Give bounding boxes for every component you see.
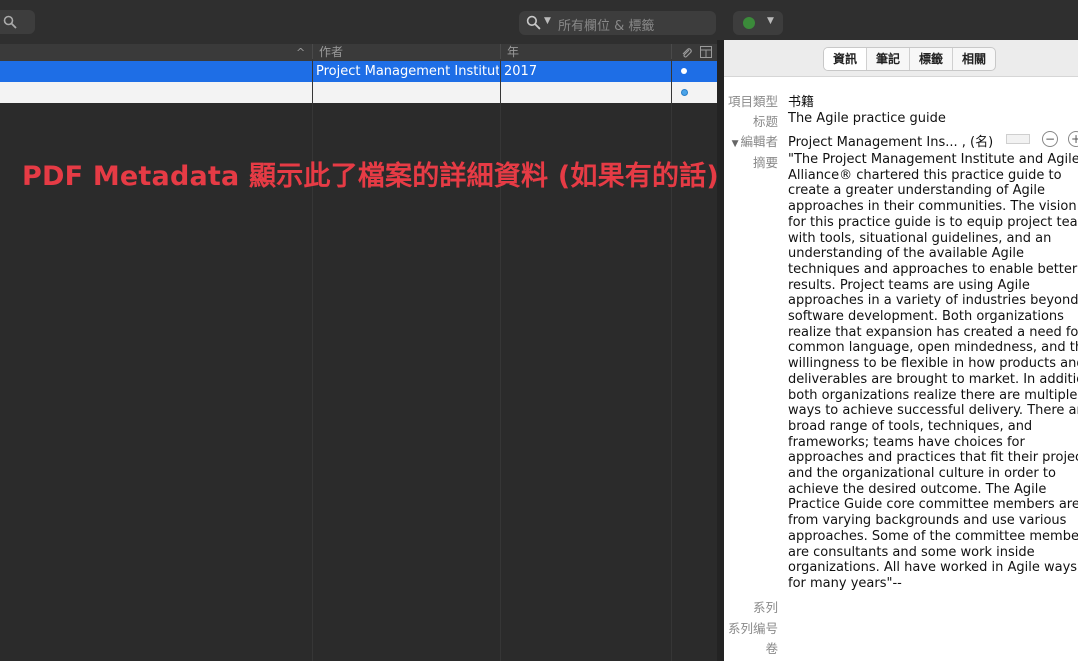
add-creator-icon[interactable]: + xyxy=(1068,131,1078,147)
editor-value[interactable]: Project Management Ins... , (名) xyxy=(788,131,993,150)
abstract-line: common language, open mindedness, and th… xyxy=(788,340,1078,356)
editor-label-text: 編輯者 xyxy=(740,134,778,149)
tab-related[interactable]: 相關 xyxy=(953,48,995,70)
creator-mode-toggle[interactable] xyxy=(1006,134,1030,144)
table-row[interactable] xyxy=(0,82,717,103)
magnifier-icon xyxy=(3,15,17,29)
abstract-line: for this practice guide is to equip proj… xyxy=(788,214,1078,230)
disclosure-triangle-icon[interactable]: ▼ xyxy=(732,139,739,149)
abstract-line: for many years"-- xyxy=(788,575,902,591)
abstract-line: from varying backgrounds and use various xyxy=(788,513,1067,529)
abstract-line: broad range of tools, techniques, and xyxy=(788,418,1033,434)
search-placeholder: 所有欄位 & 標籤 xyxy=(558,19,655,34)
annotation-caption: PDF Metadata 顯示此了檔案的詳細資料 (如果有的話) xyxy=(22,161,719,192)
table-row[interactable]: Project Management Institute 2017 xyxy=(0,61,717,82)
gear-icon xyxy=(743,17,755,29)
abstract-line: create a greater understanding of Agile xyxy=(788,183,1046,199)
abstract-label: 摘要 xyxy=(752,155,778,170)
abstract-line: approaches in a variety of industries be… xyxy=(788,293,1078,309)
toolbar: ▼ 所有欄位 & 標籤 ▼ xyxy=(0,0,1078,44)
sort-ascending-icon[interactable]: ^ xyxy=(296,44,305,61)
search-scope-chevron-icon[interactable]: ▼ xyxy=(544,16,551,26)
abstract-line: organizations. All have worked in Agile … xyxy=(788,560,1078,576)
tab-info[interactable]: 資訊 xyxy=(824,48,868,70)
cell-year: 2017 xyxy=(504,64,538,79)
abstract-line: techniques and approaches to enable bett… xyxy=(788,261,1078,277)
abstract-line: results. Project teams are using Agile xyxy=(788,277,1030,293)
items-list: ^ 作者 年 Project Management Institute 2017 xyxy=(0,44,717,661)
list-header: ^ 作者 年 xyxy=(0,44,717,62)
column-guide xyxy=(671,59,672,661)
abstract-line: software development. Both organizations xyxy=(788,309,1064,325)
series-label: 系列 xyxy=(752,600,778,615)
abstract-line: achieve the desired outcome. The Agile xyxy=(788,481,1047,497)
cell-year xyxy=(504,82,664,103)
column-header-author[interactable]: 作者 xyxy=(319,44,343,61)
column-guide xyxy=(312,59,313,661)
remove-creator-icon[interactable]: − xyxy=(1042,131,1058,147)
abstract-line: both organizations realize there are mul… xyxy=(788,387,1078,403)
segmented-tabs: 資訊 筆記 標籤 相關 xyxy=(823,47,997,71)
search-icon xyxy=(526,15,541,30)
cell-author xyxy=(316,82,499,103)
editor-label[interactable]: ▼ 編輯者 xyxy=(732,131,778,150)
abstract-line: with tools, situational guidelines, and … xyxy=(788,230,1052,246)
pane-splitter[interactable] xyxy=(717,40,724,661)
column-guide xyxy=(500,59,501,661)
search-field[interactable]: ▼ 所有欄位 & 標籤 xyxy=(519,11,716,35)
abstract-value[interactable]: "The Project Management Institute and Ag… xyxy=(788,152,1078,592)
actions-menu-button[interactable]: ▼ xyxy=(733,11,783,35)
abstract-line: approaches. Some of the committee member… xyxy=(788,528,1078,544)
item-type-value[interactable]: 书籍 xyxy=(788,91,814,110)
abstract-line: and the organizational culture in order … xyxy=(788,466,1056,482)
attachment-column-icon[interactable] xyxy=(680,46,692,59)
abstract-line: frameworks; teams have choices for xyxy=(788,434,1025,450)
abstract-line: deliverables are brought to market. In a… xyxy=(788,371,1078,387)
abstract-line: Alliance® chartered this practice guide … xyxy=(788,167,1062,183)
cell-author: Project Management Institute xyxy=(316,64,499,79)
series-number-label: 系列编号 xyxy=(727,621,778,636)
chevron-down-icon: ▼ xyxy=(767,16,774,26)
item-type-label: 項目類型 xyxy=(727,94,778,109)
abstract-line: ways to achieve successful delivery. The… xyxy=(788,403,1078,419)
tab-tags[interactable]: 標籤 xyxy=(910,48,954,70)
abstract-line: "The Project Management Institute and Ag… xyxy=(788,152,1078,167)
abstract-line: understanding of the available Agile xyxy=(788,246,1024,262)
item-info-pane: 資訊 筆記 標籤 相關 項目類型 书籍 标题 The Agile practic… xyxy=(724,40,1078,661)
column-picker-icon[interactable] xyxy=(700,46,712,58)
title-value[interactable]: The Agile practice guide xyxy=(788,111,946,126)
tab-notes[interactable]: 筆記 xyxy=(867,48,911,70)
abstract-line: willingness to be flexible in how produc… xyxy=(788,356,1078,372)
abstract-line: approaches and practices that fit their … xyxy=(788,450,1078,466)
title-label: 标题 xyxy=(752,114,778,129)
left-search-button[interactable] xyxy=(0,10,35,34)
abstract-line: are consultants and some work inside xyxy=(788,544,1035,560)
column-header-year[interactable]: 年 xyxy=(507,44,519,61)
abstract-line: realize that expansion has created a nee… xyxy=(788,324,1078,340)
attachment-dot-icon[interactable] xyxy=(681,68,687,74)
abstract-line: Practice Guide core committee members ar… xyxy=(788,497,1078,513)
attachment-dot-icon[interactable] xyxy=(681,89,688,96)
info-tab-bar: 資訊 筆記 標籤 相關 xyxy=(724,40,1078,77)
abstract-line: approaches in their communities. The vis… xyxy=(788,199,1077,215)
volume-label: 卷 xyxy=(765,641,778,656)
